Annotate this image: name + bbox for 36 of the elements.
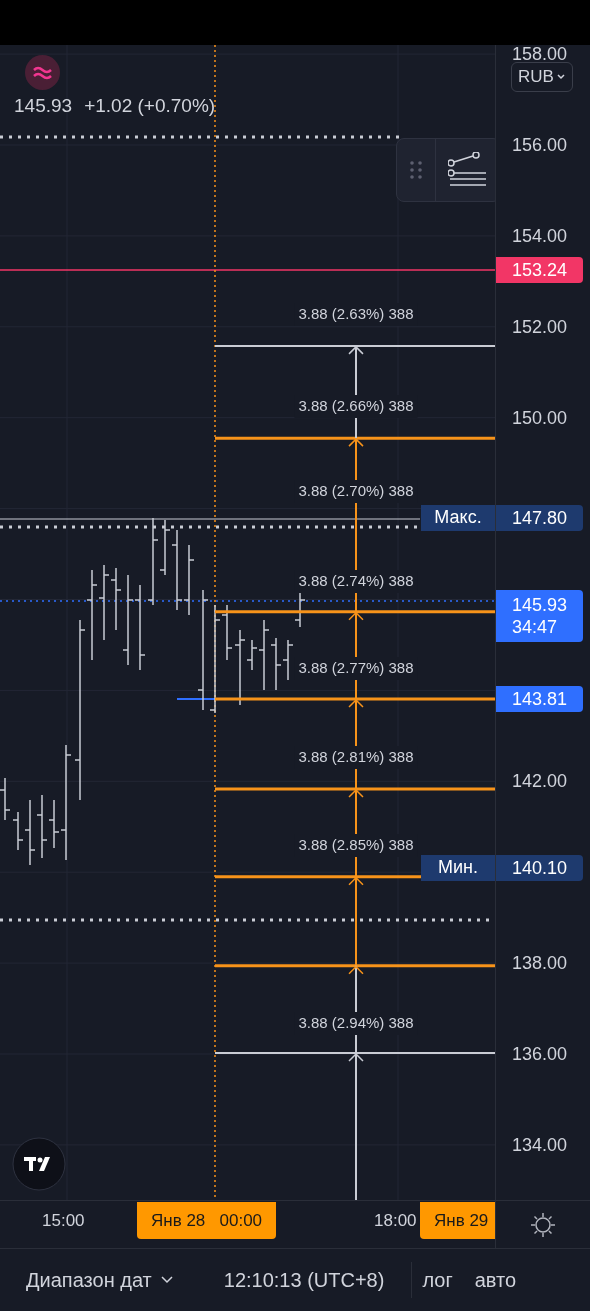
measure-label: 3.88 (2.66%) 388 <box>294 395 418 418</box>
price-tick: 154.00 <box>512 226 568 245</box>
price-tick: 134.00 <box>512 1135 568 1154</box>
currency-dropdown[interactable]: RUB <box>511 62 573 92</box>
badge-price: 140.10 <box>512 856 569 879</box>
time-label: 15:00 <box>42 1209 85 1232</box>
badge-price: 145.93 <box>512 593 569 616</box>
legend-price: 145.93 <box>14 94 73 118</box>
badge-price: 153.24 <box>512 259 569 282</box>
badge-price: 147.80 <box>512 506 569 529</box>
time-label: Янв 29 <box>420 1202 495 1239</box>
clock-label[interactable]: 12:10:13 (UTC+8) <box>223 1265 385 1295</box>
time-label: 18:00 <box>374 1209 417 1232</box>
countdown: 34:47 <box>512 615 559 638</box>
price-tick: 138.00 <box>512 954 568 973</box>
price-tick: 156.00 <box>512 136 568 154</box>
auto-scale-toggle[interactable]: авто <box>474 1265 517 1295</box>
legend-change: +1.02 (+0.70%) <box>84 94 216 118</box>
date-range-dropdown[interactable]: Диапазон дат <box>26 1265 174 1295</box>
price-tick: 152.00 <box>512 317 568 336</box>
chevron-icon <box>159 1275 174 1285</box>
price-tick: 150.00 <box>512 408 568 427</box>
price-tick: 142.00 <box>512 772 568 791</box>
logo-icon <box>25 55 60 90</box>
price-tick: 158.00 <box>512 45 568 64</box>
price-tag: Макс. <box>421 504 495 531</box>
price-tick: 136.00 <box>512 1045 568 1063</box>
logo-badge-icon <box>12 1137 66 1191</box>
settings-icon[interactable] <box>530 1211 556 1238</box>
badge-price: 143.81 <box>512 688 569 711</box>
price-tag: Мин. <box>421 854 495 881</box>
trend-line-icon[interactable] <box>448 152 488 188</box>
chevron-icon <box>555 73 566 81</box>
drag-handle-icon[interactable] <box>409 160 423 180</box>
log-scale-toggle[interactable]: лог <box>422 1265 453 1295</box>
time-label: Янв 28 00:00 <box>137 1202 277 1239</box>
